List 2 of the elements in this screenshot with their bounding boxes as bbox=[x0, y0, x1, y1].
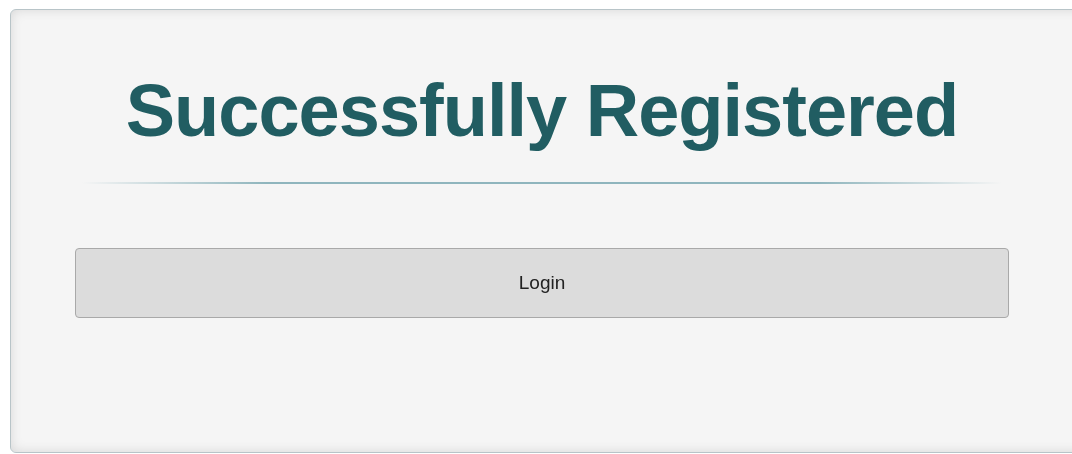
login-button[interactable]: Login bbox=[75, 248, 1009, 318]
page-title: Successfully Registered bbox=[125, 68, 959, 154]
